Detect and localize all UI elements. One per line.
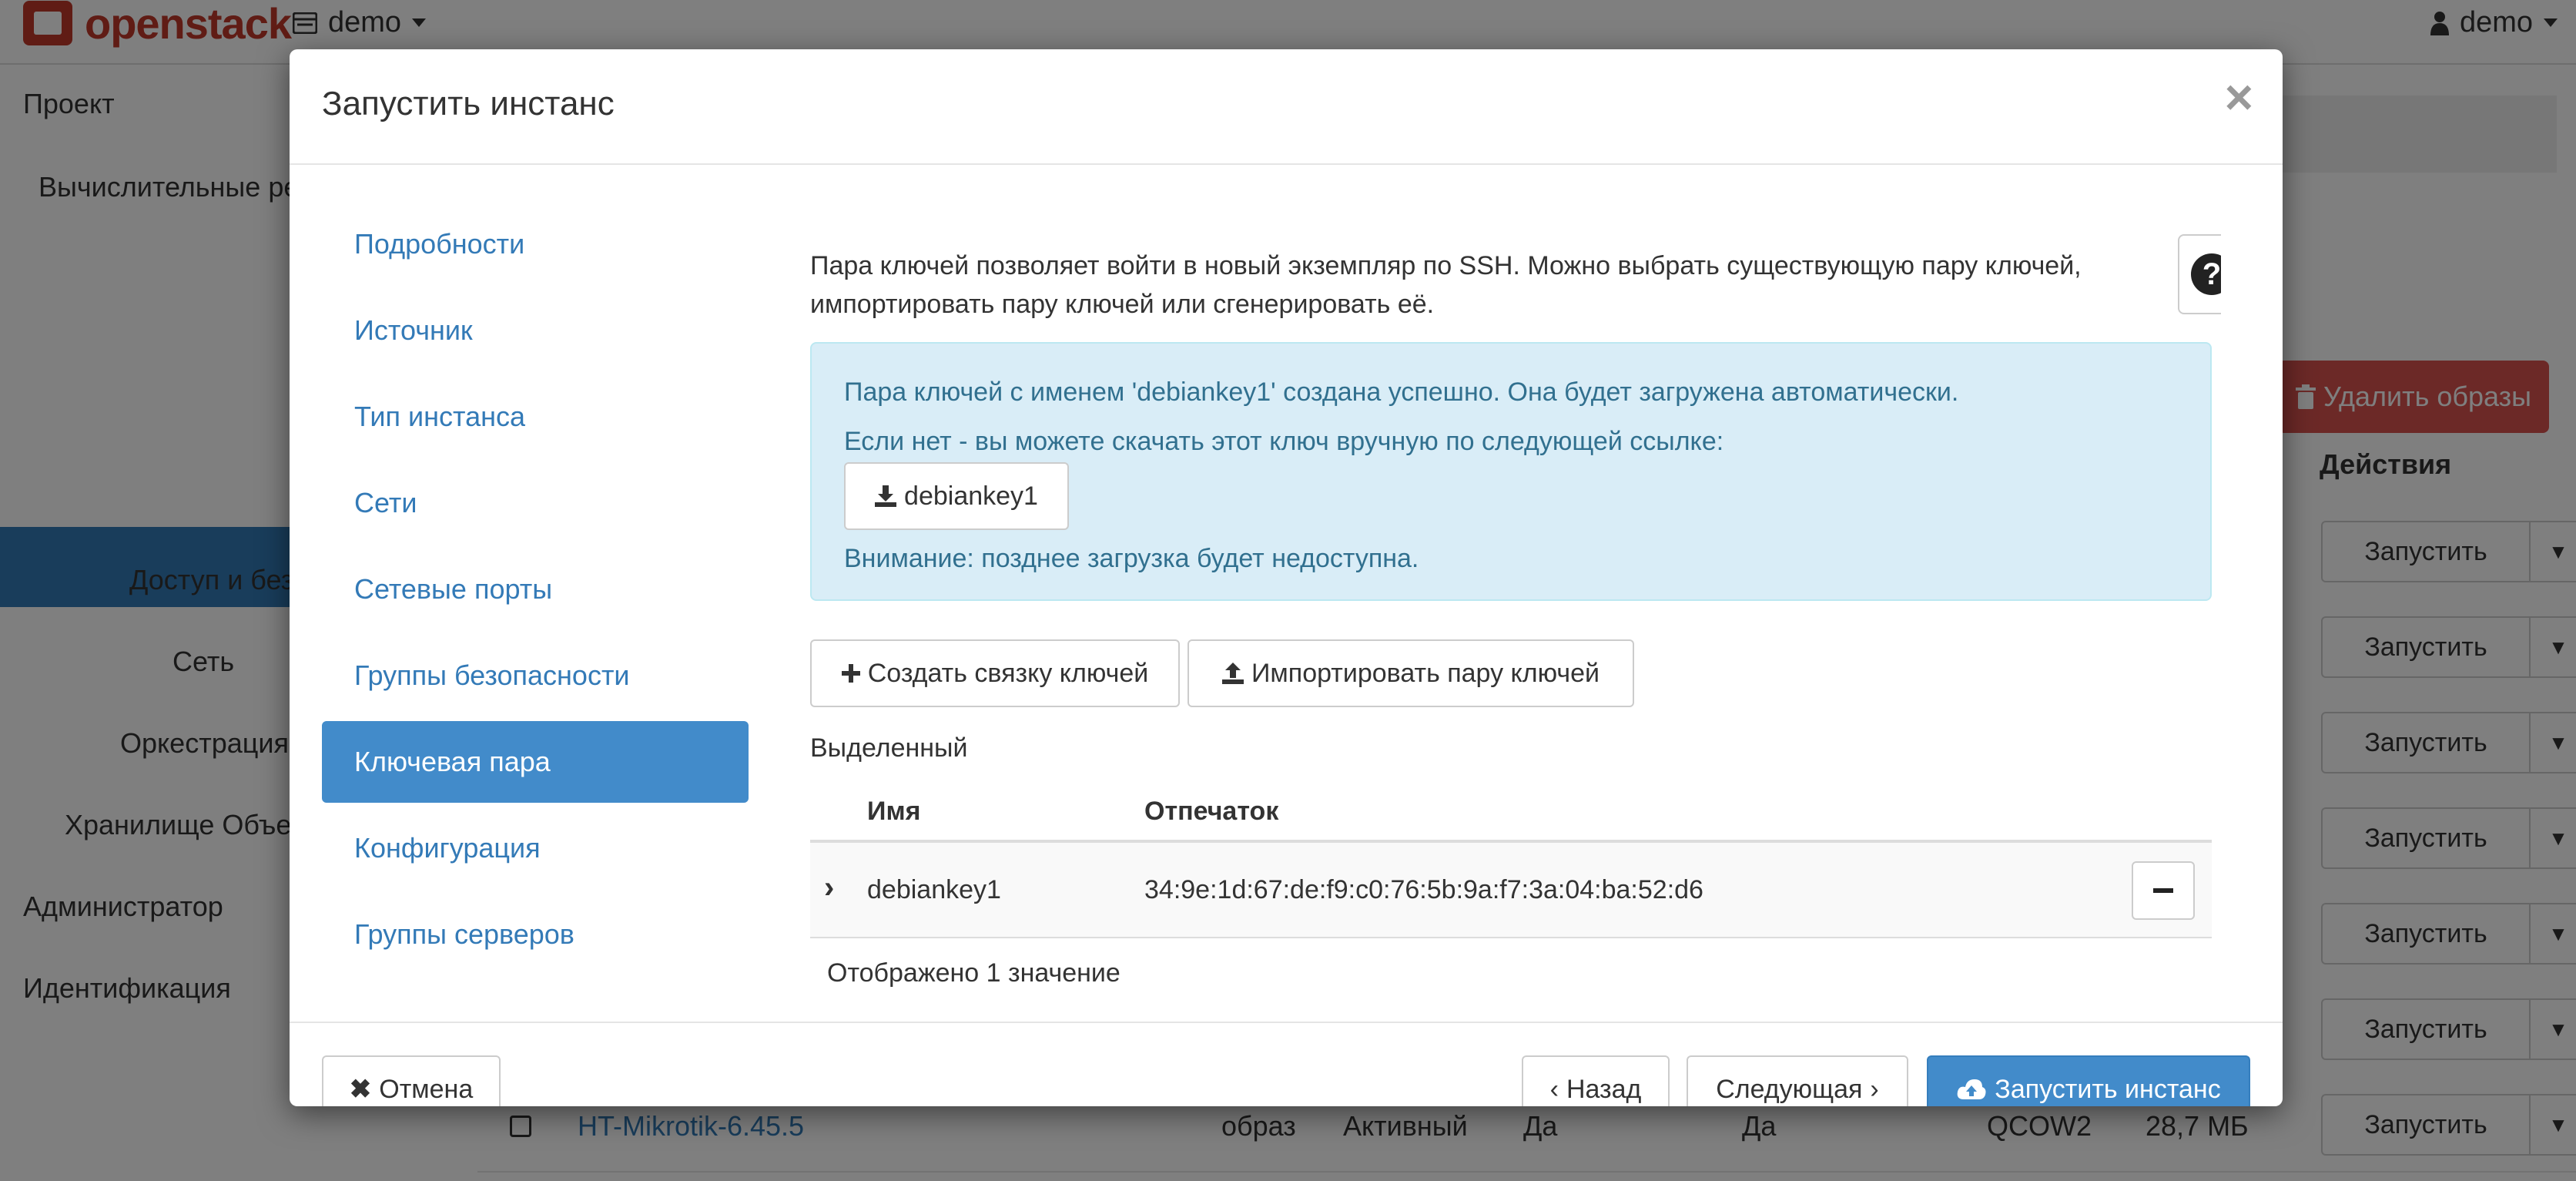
wizard-step-server-groups[interactable]: Группы серверов <box>322 894 749 975</box>
key-pair-description: Пара ключей позволяет войти в новый экзе… <box>810 251 2082 319</box>
download-keypair-label: debiankey1 <box>904 481 1038 511</box>
close-icon[interactable]: × <box>2225 72 2253 122</box>
upload-icon <box>1221 663 1244 684</box>
key-pair-pane: Пара ключей позволяет войти в новый экзе… <box>810 165 2221 1022</box>
help-button[interactable]: ? <box>2178 234 2221 314</box>
keypair-name: debiankey1 <box>867 875 1001 904</box>
next-label: Следующая <box>1716 1074 1863 1104</box>
wizard-step-details[interactable]: Подробности <box>322 203 749 285</box>
chevron-right-icon: › <box>1870 1074 1879 1104</box>
wizard-step-key-pair[interactable]: Ключевая пара <box>322 721 749 803</box>
items-count: Отображено 1 значение <box>827 958 1121 988</box>
back-label: Назад <box>1566 1074 1642 1104</box>
download-icon <box>875 485 897 507</box>
next-button[interactable]: Следующая › <box>1687 1055 1908 1106</box>
column-name: Имя <box>867 797 921 826</box>
cloud-upload-icon <box>1957 1079 1986 1099</box>
wizard-nav: Подробности Источник Тип инстанса Сети С… <box>322 203 749 980</box>
modal-footer: ✖ Отмена ‹ Назад Следующая › Запустить и… <box>290 1022 2283 1106</box>
wizard-step-security-groups[interactable]: Группы безопасности <box>322 635 749 716</box>
wizard-step-configuration[interactable]: Конфигурация <box>322 807 749 889</box>
modal-header: Запустить инстанс × <box>290 49 2283 165</box>
alert-manual-text: Если нет - вы можете скачать этот ключ в… <box>844 427 1724 456</box>
column-fingerprint: Отпечаток <box>1144 797 1279 826</box>
wizard-step-source[interactable]: Источник <box>322 290 749 371</box>
keypair-created-alert: Пара ключей с именем 'debiankey1' создан… <box>810 342 2212 601</box>
wizard-step-flavor[interactable]: Тип инстанса <box>322 376 749 458</box>
plus-icon <box>841 664 860 683</box>
deselect-keypair-button[interactable] <box>2132 861 2195 920</box>
selected-section-label: Выделенный <box>810 733 968 763</box>
launch-instance-button[interactable]: Запустить инстанс <box>1927 1055 2250 1106</box>
chevron-right-icon[interactable]: › <box>824 871 834 905</box>
import-keypair-label: Импортировать пару ключей <box>1251 658 1600 688</box>
table-row: › debiankey1 34:9e:1d:67:de:f9:c0:76:5b:… <box>810 843 2212 938</box>
keypair-fingerprint: 34:9e:1d:67:de:f9:c0:76:5b:9a:f7:3a:04:b… <box>1144 875 1703 904</box>
cancel-button[interactable]: ✖ Отмена <box>322 1055 501 1106</box>
close-icon: ✖ <box>349 1075 372 1104</box>
download-keypair-button[interactable]: debiankey1 <box>844 462 1069 530</box>
cancel-label: Отмена <box>379 1074 474 1104</box>
import-keypair-button[interactable]: Импортировать пару ключей <box>1188 639 1634 707</box>
back-button[interactable]: ‹ Назад <box>1522 1055 1670 1106</box>
modal-title: Запустить инстанс <box>322 85 615 122</box>
launch-instance-label: Запустить инстанс <box>1995 1074 2221 1104</box>
launch-instance-modal: Запустить инстанс × Подробности Источник… <box>290 49 2283 1106</box>
alert-warning-text: Внимание: позднее загрузка будет недосту… <box>844 544 1419 573</box>
wizard-step-networks[interactable]: Сети <box>322 462 749 544</box>
alert-created-text: Пара ключей с именем 'debiankey1' создан… <box>844 377 1959 407</box>
minus-icon <box>2153 888 2173 893</box>
create-keypair-button[interactable]: Создать связку ключей <box>810 639 1180 707</box>
chevron-left-icon: ‹ <box>1549 1074 1559 1104</box>
question-circle-icon: ? <box>2191 253 2221 295</box>
wizard-step-network-ports[interactable]: Сетевые порты <box>322 549 749 630</box>
create-keypair-label: Создать связку ключей <box>867 658 1149 688</box>
selected-table-header: Имя Отпечаток <box>810 781 2212 843</box>
